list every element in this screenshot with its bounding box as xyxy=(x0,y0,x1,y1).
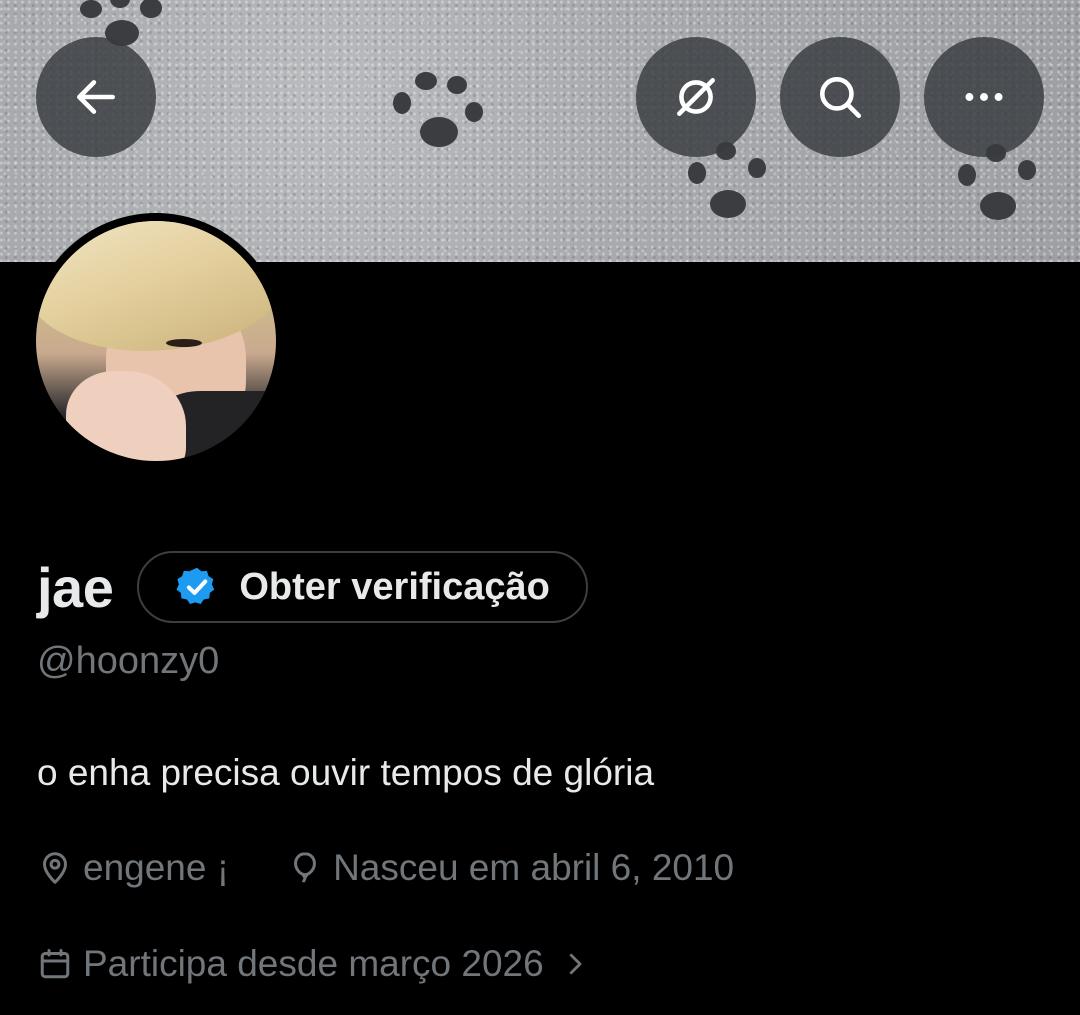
profile-meta: engene ¡ Nasceu em abril 6, 2010 xyxy=(37,842,734,894)
arrow-left-icon xyxy=(77,80,115,114)
grok-button[interactable] xyxy=(636,37,756,157)
calendar-icon xyxy=(40,949,70,979)
verified-badge-icon xyxy=(176,567,215,605)
location-text: engene ¡ xyxy=(83,847,230,888)
name-row: jae Obter verificação xyxy=(37,548,588,626)
search-icon xyxy=(820,77,862,119)
avatar[interactable] xyxy=(36,221,276,461)
get-verified-label: Obter verificação xyxy=(239,565,550,608)
more-options-button[interactable] xyxy=(924,37,1044,157)
joined-date-row[interactable]: Participa desde março 2026 xyxy=(37,938,590,990)
avatar-photo-eye xyxy=(166,339,202,347)
balloon-icon xyxy=(294,852,317,883)
chevron-right-icon xyxy=(569,953,582,975)
paw-print-image xyxy=(385,72,495,172)
location-pin-icon xyxy=(43,852,67,884)
display-name: jae xyxy=(37,555,114,619)
more-horizontal-icon xyxy=(965,93,1003,101)
get-verified-button[interactable]: Obter verificação xyxy=(137,551,588,623)
user-handle: @hoonzy0 xyxy=(37,640,220,682)
birthday-text: Nasceu em abril 6, 2010 xyxy=(333,847,735,888)
avatar-frame[interactable] xyxy=(28,213,284,469)
search-button[interactable] xyxy=(780,37,900,157)
back-button[interactable] xyxy=(36,37,156,157)
profile-bio: o enha precisa ouvir tempos de glória xyxy=(37,752,655,793)
grok-icon xyxy=(677,78,715,116)
joined-text: Participa desde março 2026 xyxy=(83,943,544,984)
